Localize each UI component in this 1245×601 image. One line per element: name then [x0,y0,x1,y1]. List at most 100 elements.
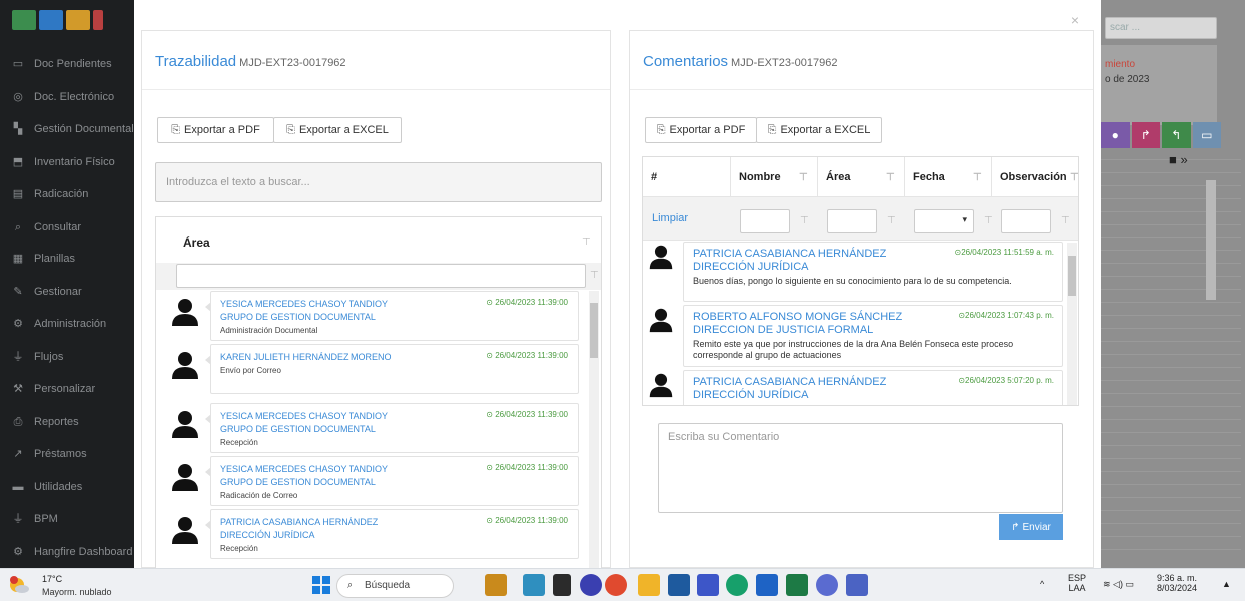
scrollbar-thumb[interactable] [1068,256,1076,296]
export-pdf-button[interactable]: ⎘ Exportar a PDF [157,117,274,143]
discord-app-icon[interactable] [580,574,602,596]
sidebar-item-administraci-n[interactable]: ⚙ Administración [0,308,134,340]
entry-user-name[interactable]: YESICA MERCEDES CHASOY TANDIOY [220,299,388,309]
entry-user-name[interactable]: YESICA MERCEDES CHASOY TANDIOY [220,464,388,474]
sidebar-item-label: Administración [34,318,107,330]
chrome-app-icon[interactable] [605,574,627,596]
edge-app-icon[interactable] [726,574,748,596]
wifi-volume-battery-icon[interactable]: ≋ ◁) ▭ [1103,579,1134,590]
entry-group[interactable]: GRUPO DE GESTION DOCUMENTAL [220,477,376,487]
sidebar-item-flujos[interactable]: ⏚ Flujos [0,341,134,373]
comment-user-name[interactable]: ROBERTO ALFONSO MONGE SÁNCHEZ [693,311,902,323]
comment-user-name[interactable]: PATRICIA CASABIANCA HERNÁNDEZ [693,248,886,260]
background-panel [1101,45,1217,125]
notification-bell-icon[interactable]: ▲ [1222,579,1231,589]
language-indicator[interactable]: ESP LAA [1068,573,1086,593]
clear-filters-link[interactable]: Limpiar [652,212,688,224]
trazabilidad-search-input[interactable]: Introduzca el texto a buscar... [155,162,602,202]
comment-area[interactable]: DIRECCION DE JUSTICIA FORMAL [693,324,873,336]
scrollbar-thumb[interactable] [590,303,598,358]
sidebar-item-doc-pendientes[interactable]: ▭ Doc Pendientes [0,48,134,80]
send-button[interactable]: ↱ Enviar [999,514,1063,540]
column-header-area[interactable]: Área ⊤ [818,157,905,197]
comment-area[interactable]: DIRECCIÓN JURÍDICA [693,261,809,273]
clock[interactable]: 9:36 a. m. 8/03/2024 [1157,573,1197,593]
entry-group[interactable]: GRUPO DE GESTION DOCUMENTAL [220,424,376,434]
security-app-icon[interactable] [816,574,838,596]
filter-icon[interactable]: ⊤ [590,270,599,281]
weather-widget[interactable]: 17°C Mayorm. nublado [8,572,138,600]
entry-user-name[interactable]: YESICA MERCEDES CHASOY TANDIOY [220,411,388,421]
entry-user-name[interactable]: PATRICIA CASABIANCA HERNÁNDEZ [220,517,378,527]
sidebar-item-personalizar[interactable]: ⚒ Personalizar [0,373,134,405]
filter-icon[interactable]: ⊤ [582,237,591,248]
fecha-filter-select[interactable]: ▾ [914,209,974,233]
sidebar-item-consultar[interactable]: ⌕ Consultar [0,211,134,243]
edit-icon[interactable] [39,10,63,30]
filter-icon[interactable]: ⊤ [799,172,808,183]
sidebar-item-radicaci-n[interactable]: ▤ Radicación [0,178,134,210]
sidebar-item-doc-electr-nico[interactable]: ◎ Doc. Electrónico [0,81,134,113]
filter-icon[interactable]: ⊤ [1070,172,1078,183]
export-pdf-button[interactable]: ⎘ Exportar a PDF [645,117,757,143]
filter-icon[interactable]: ⊤ [800,215,809,226]
sidebar-item-inventario-f-sico[interactable]: ⬒ Inventario Físico [0,146,134,178]
export-excel-button[interactable]: ⎘ Exportar a EXCEL [273,117,402,143]
filter-icon[interactable]: ⊤ [887,215,896,226]
teams-chat-icon[interactable] [846,574,868,596]
settings-icon[interactable] [93,10,103,30]
sidebar-item-reportes[interactable]: ⎙ Reportes [0,406,134,438]
sidebar-item-pr-stamos[interactable]: ↗ Préstamos [0,438,134,470]
sidebar-item-hangfire-dashboard[interactable]: ⚙ Hangfire Dashboard [0,536,134,568]
sidebar-item-planillas[interactable]: ▦ Planillas [0,243,134,275]
comment-entry: PATRICIA CASABIANCA HERNÁNDEZ DIRECCIÓN J… [643,242,1067,302]
trazabilidad-scrollbar[interactable] [589,291,599,575]
sidebar-item-bpm[interactable]: ⏚ BPM [0,503,134,535]
background-search-input: scar ... [1105,17,1217,39]
entry-group[interactable]: DIRECCIÓN JURÍDICA [220,530,315,540]
store-app-icon[interactable] [668,574,690,596]
entry-user-name[interactable]: KAREN JULIETH HERNÁNDEZ MORENO [220,352,392,362]
column-header-number[interactable]: # [643,157,731,197]
weather-temp: 17°C [42,574,63,584]
column-header-observacion[interactable]: Observación ⊤ [992,157,1078,197]
briefcase-app-icon[interactable] [485,574,507,596]
sidebar-item-utilidades[interactable]: ▬ Utilidades [0,471,134,503]
sidebar-item-gestionar[interactable]: ✎ Gestionar [0,276,134,308]
column-header-fecha[interactable]: Fecha ⊤ [905,157,992,197]
teams-app-icon[interactable] [523,574,545,596]
excel-app-icon[interactable] [786,574,808,596]
comentarios-scrollbar[interactable] [1067,243,1077,405]
comment-user-name[interactable]: PATRICIA CASABIANCA HERNÁNDEZ [693,376,886,388]
terminal-app-icon[interactable] [553,574,571,596]
area-filter-input[interactable] [176,264,586,288]
windows-start-icon[interactable] [311,575,331,595]
entry-card: YESICA MERCEDES CHASOY TANDIOY GRUPO DE G… [205,456,579,506]
file-explorer-icon[interactable] [638,574,660,596]
file-icon: ▤ [12,188,24,200]
close-icon[interactable]: × [1071,12,1079,28]
filter-icon[interactable]: ⊤ [1061,215,1070,226]
observacion-filter-input[interactable] [1001,209,1051,233]
user-avatar-icon [170,297,200,327]
area-filter-input[interactable] [827,209,877,233]
comment-area[interactable]: DIRECCIÓN JURÍDICA [693,389,809,401]
area-column-header[interactable]: Área [183,236,210,250]
comment-textarea[interactable]: Escriba su Comentario [658,423,1063,513]
filter-icon[interactable]: ⊤ [886,172,895,183]
trazabilidad-list: YESICA MERCEDES CHASOY TANDIOY GRUPO DE G… [156,291,601,575]
filter-icon[interactable]: ⊤ [984,215,993,226]
taskbar-search[interactable]: ⌕ Búsqueda [336,574,454,598]
photos-app-icon[interactable] [697,574,719,596]
export-excel-button[interactable]: ⎘ Exportar a EXCEL [756,117,882,143]
word-app-icon[interactable] [756,574,778,596]
users-icon[interactable] [66,10,90,30]
sidebar-item-gesti-n-documental[interactable]: ▚ Gestión Documental [0,113,134,145]
nombre-filter-input[interactable] [740,209,790,233]
column-header-nombre[interactable]: Nombre ⊤ [731,157,818,197]
comment-card: ROBERTO ALFONSO MONGE SÁNCHEZ DIRECCION D… [683,305,1063,367]
entry-group[interactable]: GRUPO DE GESTION DOCUMENTAL [220,312,376,322]
filter-icon[interactable]: ⊤ [973,172,982,183]
dashboard-icon[interactable] [12,10,36,30]
chevron-up-icon[interactable]: ^ [1040,579,1044,589]
